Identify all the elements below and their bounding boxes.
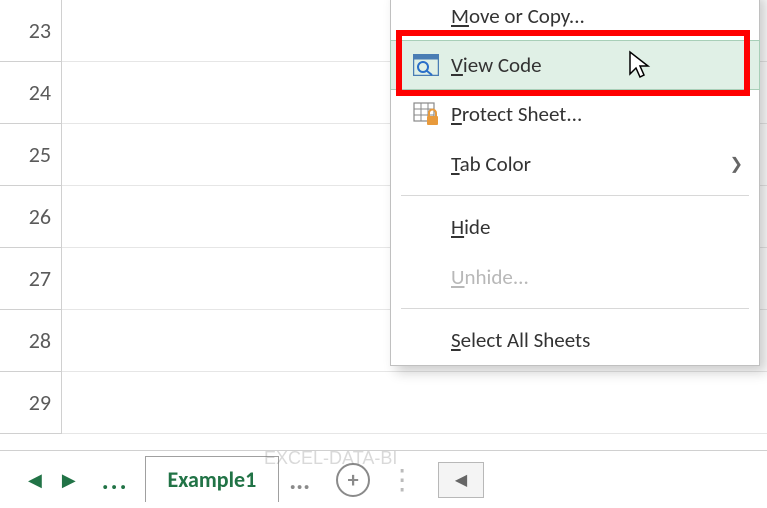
- menu-label: Move or Copy...: [451, 3, 743, 29]
- row-header[interactable]: 26: [0, 186, 62, 248]
- menu-view-code[interactable]: View Code: [390, 40, 760, 90]
- row-header[interactable]: 24: [0, 62, 62, 124]
- menu-hide[interactable]: Hide: [391, 202, 759, 252]
- horizontal-scroll-left-icon[interactable]: ◀: [438, 462, 484, 498]
- row-header[interactable]: 25: [0, 124, 62, 186]
- protect-sheet-icon: [401, 102, 451, 126]
- menu-select-all-sheets[interactable]: Select All Sheets: [391, 315, 759, 365]
- menu-label: Unhide...: [451, 264, 743, 290]
- menu-label: Hide: [451, 214, 743, 240]
- row-headers: 23 24 25 26 27 28 29: [0, 0, 62, 434]
- sheet-nav-ellipsis[interactable]: ...: [86, 464, 145, 496]
- menu-unhide: Unhide...: [391, 252, 759, 302]
- menu-move-or-copy[interactable]: Move or Copy...: [391, 0, 759, 41]
- sheet-context-menu: Move or Copy... View Code Protect Sheet.…: [390, 0, 760, 366]
- menu-label: Tab Color: [451, 151, 730, 177]
- row-header[interactable]: 28: [0, 310, 62, 372]
- sheet-nav-next-icon[interactable]: ▶: [52, 463, 86, 497]
- vba-code-icon: [401, 54, 451, 76]
- row-header[interactable]: 29: [0, 372, 62, 434]
- row-header[interactable]: 23: [0, 0, 62, 62]
- sheet-tab-bar: ◀ ▶ ... Example1 ... + ⋮ ◀: [0, 450, 767, 508]
- row-header[interactable]: 27: [0, 248, 62, 310]
- add-sheet-button[interactable]: +: [336, 463, 370, 497]
- sheet-tab-ellipsis[interactable]: ...: [279, 464, 324, 496]
- sheet-tab-active[interactable]: Example1: [145, 456, 280, 502]
- menu-separator: [401, 195, 749, 196]
- sheet-nav-prev-icon[interactable]: ◀: [18, 463, 52, 497]
- menu-label: Protect Sheet...: [451, 101, 743, 127]
- menu-separator: [401, 308, 749, 309]
- menu-label: View Code: [451, 52, 743, 78]
- menu-label: Select All Sheets: [451, 327, 743, 353]
- menu-protect-sheet[interactable]: Protect Sheet...: [391, 89, 759, 139]
- submenu-arrow-icon: ❯: [730, 154, 743, 174]
- separator: ⋮: [370, 462, 438, 497]
- menu-tab-color[interactable]: Tab Color ❯: [391, 139, 759, 189]
